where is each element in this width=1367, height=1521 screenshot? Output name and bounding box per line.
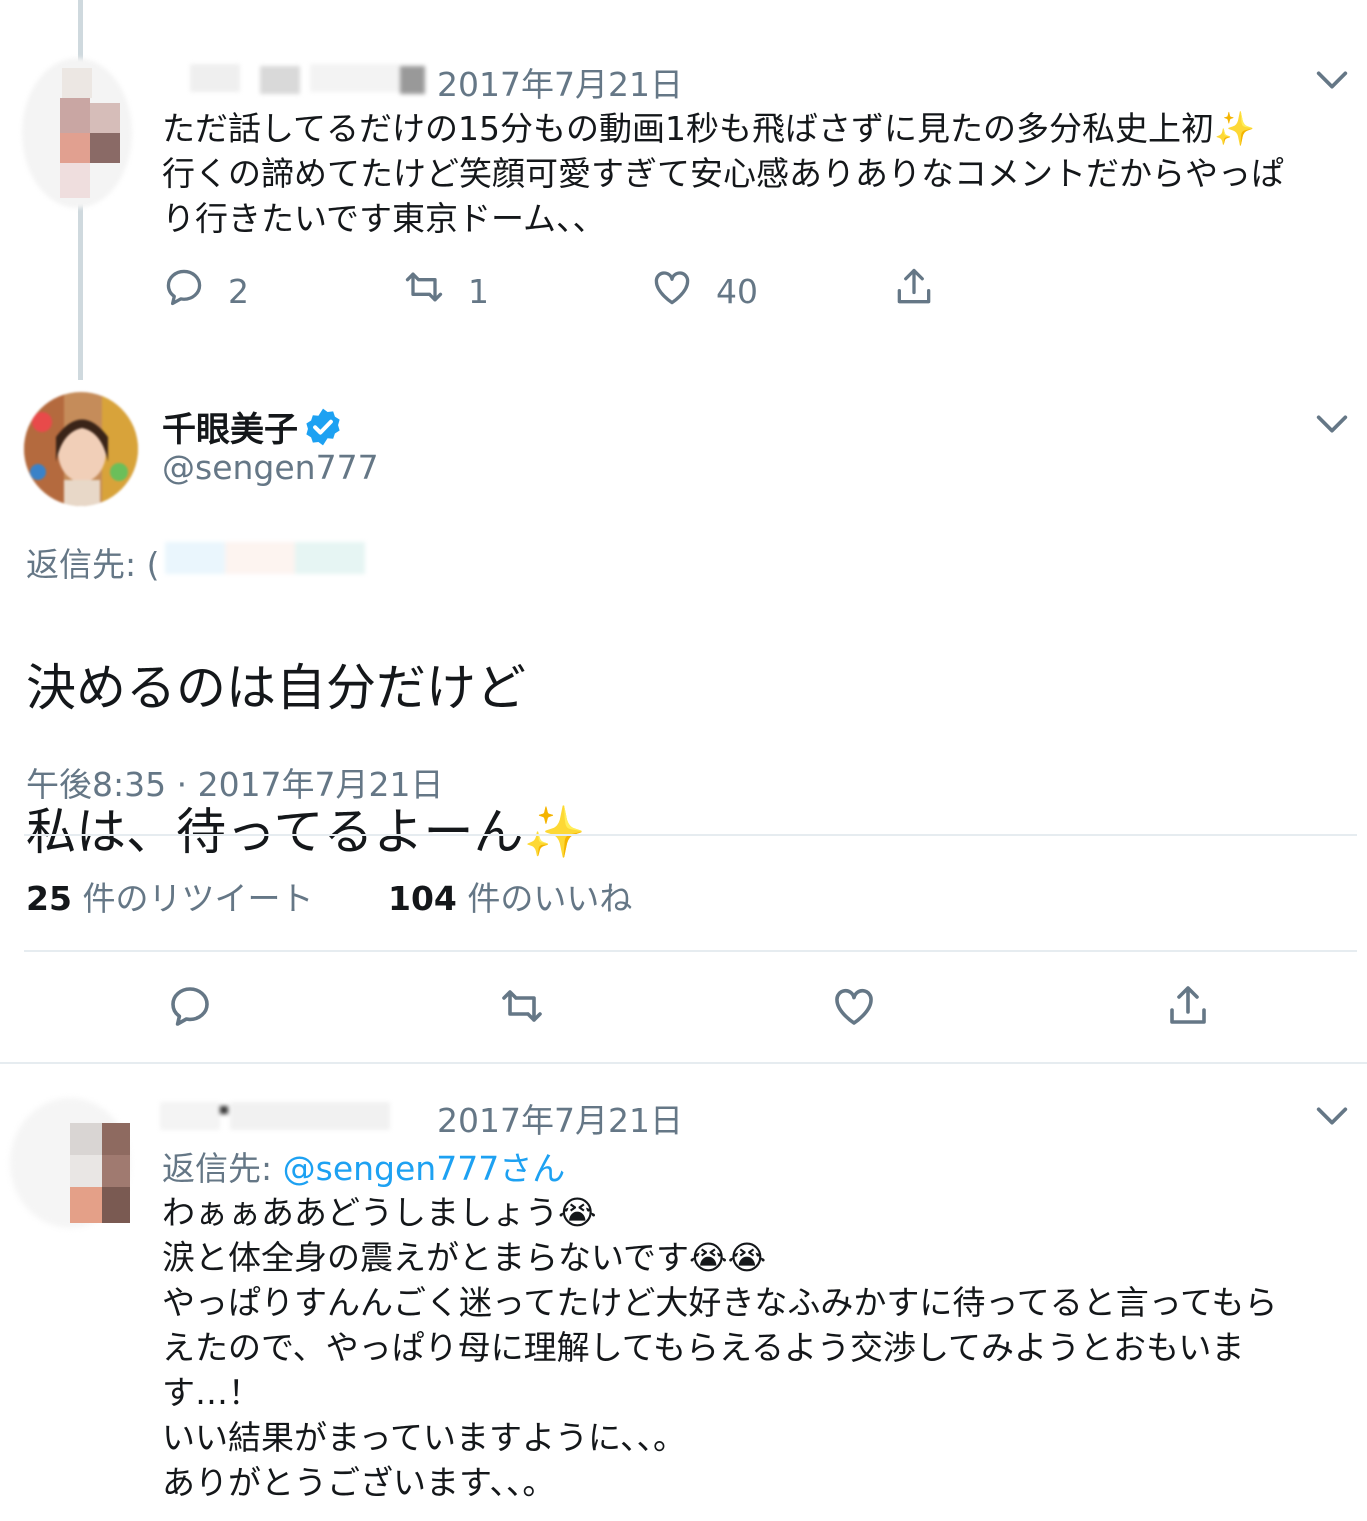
tweet-text-line: わぁぁああどうしましょう😭 <box>162 1193 597 1232</box>
tweet-text-line: やっぱりすんんごく迷ってたけど大好きなふみかすに待ってると言ってもら えたので、… <box>162 1283 1278 1412</box>
retweet-button[interactable]: 1 <box>402 265 489 317</box>
tweet-text: ただ話してるだけの15分もの動画1秒も飛ばさずに見たの多分私史上初✨ 行くの諦め… <box>162 109 1284 238</box>
like-button[interactable] <box>830 982 878 1038</box>
crying-emoji: 😭 <box>727 1238 767 1277</box>
display-name[interactable]: 千眼美子 <box>162 402 298 451</box>
tweet-text-line: いい結果がまっていますように、、。 <box>162 1418 687 1457</box>
tweet-date[interactable]: 2017年7月21日 <box>437 1094 683 1142</box>
divider <box>24 834 1357 836</box>
divider <box>24 950 1357 952</box>
tweet-text: わぁぁああどうしましょう😭 涙と体全身の震えがとまらないです😭😭 やっぱりすんん… <box>162 1190 1357 1505</box>
verified-badge-icon <box>302 406 344 448</box>
tweet-text-line: ありがとうございます、、。 <box>162 1463 556 1502</box>
tweet-text-line: 私は、待ってるよーん✨ <box>26 796 926 868</box>
reply-icon <box>166 982 214 1038</box>
chevron-down-icon[interactable] <box>1312 1096 1352 1136</box>
handle[interactable]: @sengen777 <box>162 448 379 487</box>
share-icon <box>1164 982 1212 1038</box>
avatar[interactable] <box>24 392 138 506</box>
redacted-handle <box>165 542 395 576</box>
reply-to[interactable]: 返信先: @sengen777さん <box>162 1142 565 1190</box>
redacted-username[interactable] <box>160 1098 420 1132</box>
reply-icon <box>162 265 206 317</box>
share-icon <box>892 265 936 317</box>
chevron-down-icon[interactable] <box>1312 404 1352 444</box>
retweet-stats[interactable]: 25 件のリツイート <box>26 872 313 920</box>
heart-icon <box>830 982 878 1038</box>
like-button[interactable]: 40 <box>650 265 758 317</box>
like-count: 40 <box>716 271 758 311</box>
redacted-username[interactable] <box>160 60 430 94</box>
crying-emoji: 😭 <box>558 1193 597 1232</box>
retweet-button[interactable] <box>498 982 546 1038</box>
reply-count: 2 <box>228 271 249 311</box>
retweet-icon <box>402 265 446 317</box>
avatar[interactable] <box>10 1098 130 1228</box>
reply-handle-link[interactable]: @sengen777 <box>283 1149 500 1188</box>
retweet-count: 1 <box>468 271 489 311</box>
sparkles-emoji: ✨ <box>523 803 586 861</box>
avatar[interactable] <box>22 58 132 208</box>
retweet-icon <box>498 982 546 1038</box>
reply-to[interactable]: 返信先: ( <box>26 538 159 586</box>
heart-icon <box>650 265 694 317</box>
share-button[interactable] <box>1164 982 1212 1038</box>
reply-button[interactable]: 2 <box>162 265 249 317</box>
tweet-text-line: 決めるのは自分だけど <box>26 659 526 717</box>
reply-button[interactable] <box>166 982 214 1038</box>
chevron-down-icon[interactable] <box>1312 60 1352 100</box>
tweet-text-line: 涙と体全身の震えがとまらないです😭😭 <box>162 1238 767 1277</box>
divider <box>0 1062 1367 1064</box>
share-button[interactable] <box>892 265 936 317</box>
crying-emoji: 😭 <box>689 1238 728 1277</box>
tweet-timestamp[interactable]: 午後8:35 · 2017年7月21日 <box>26 758 444 806</box>
tweet-date[interactable]: 2017年7月21日 <box>437 58 683 106</box>
like-stats[interactable]: 104 件のいいね <box>388 872 632 920</box>
